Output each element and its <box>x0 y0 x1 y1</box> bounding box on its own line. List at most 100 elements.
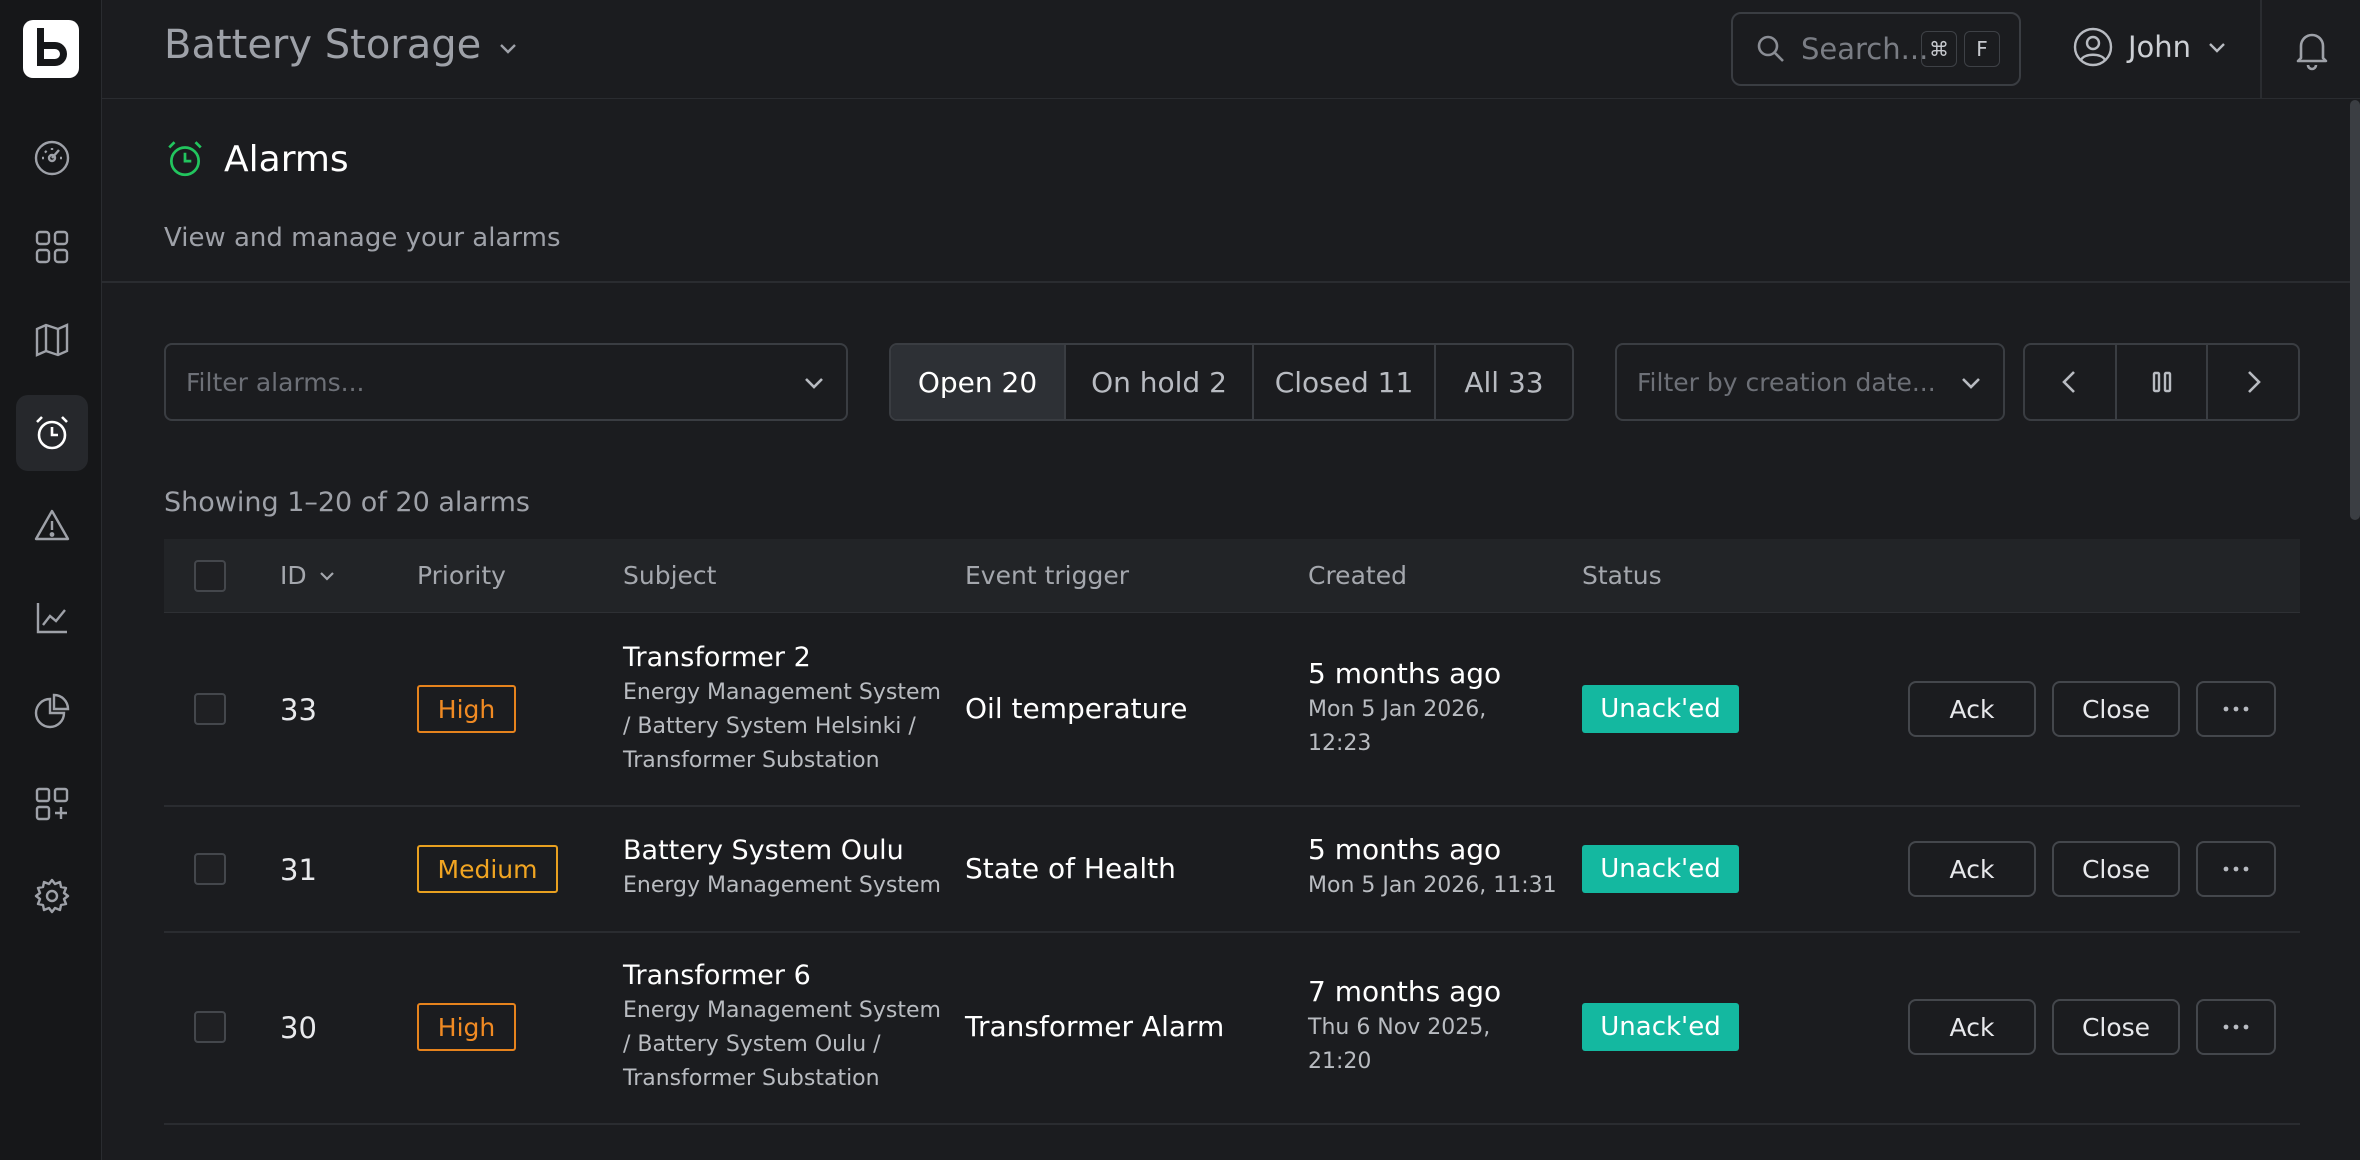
sidebar-item-warnings[interactable] <box>16 488 88 564</box>
subject-title[interactable]: Battery System Oulu <box>623 833 941 869</box>
gear-icon <box>34 878 70 914</box>
search-icon <box>1757 35 1784 62</box>
date-filter-placeholder: Filter by creation date... <box>1637 367 1936 397</box>
sort-down-icon <box>319 571 334 581</box>
sidebar-item-widgets[interactable] <box>16 766 88 842</box>
created-cell: 5 months ago Mon 5 Jan 2026, 11:31 <box>1308 831 1557 903</box>
sidebar-item-map[interactable] <box>16 302 88 378</box>
subject-title[interactable]: Transformer 2 <box>623 640 941 676</box>
page-header: Alarms <box>164 138 349 180</box>
add-widget-icon <box>35 787 69 821</box>
page-scrollbar[interactable] <box>2350 100 2360 520</box>
sidebar-item-dashboard[interactable] <box>16 120 88 196</box>
more-icon <box>2223 866 2249 872</box>
column-id[interactable]: ID <box>280 561 337 590</box>
tab-open[interactable]: Open 20 <box>891 345 1066 419</box>
status-badge: Unack'ed <box>1582 685 1739 733</box>
created-absolute: Mon 5 Jan 2026, <box>1308 697 1487 722</box>
app-switcher[interactable]: Battery Storage <box>164 22 521 68</box>
map-icon <box>35 323 69 357</box>
row-checkbox[interactable] <box>194 853 226 885</box>
alarm-filter-placeholder: Filter alarms... <box>186 367 365 397</box>
column-event-trigger: Event trigger <box>965 561 1129 590</box>
created-absolute: 21:20 <box>1308 1049 1372 1074</box>
status-badge: Unack'ed <box>1582 1003 1739 1051</box>
select-all-checkbox[interactable] <box>194 560 226 592</box>
global-search[interactable]: Search... ⌘ F <box>1731 12 2021 86</box>
user-menu[interactable]: John <box>2072 26 2229 68</box>
status-badge: Unack'ed <box>1582 845 1739 893</box>
sidebar <box>0 0 102 1160</box>
chevron-down-icon <box>1962 378 1980 389</box>
more-actions-button[interactable] <box>2196 841 2276 897</box>
alarm-clock-icon <box>168 141 202 177</box>
sidebar-item-settings[interactable] <box>16 858 88 934</box>
alarm-id: 31 <box>280 853 317 887</box>
tab-all[interactable]: All 33 <box>1436 345 1572 419</box>
tab-on-hold[interactable]: On hold 2 <box>1066 345 1254 419</box>
alarm-id: 33 <box>280 693 317 727</box>
event-trigger: State of Health <box>965 852 1176 885</box>
shortcut-key-cmd: ⌘ <box>1921 31 1957 67</box>
table-row[interactable]: 31 Medium Battery System Oulu Energy Man… <box>164 807 2300 933</box>
ack-button[interactable]: Ack <box>1908 681 2036 737</box>
chevron-down-icon <box>500 44 517 54</box>
subject-cell: Transformer 6 Energy Management System /… <box>623 958 941 1096</box>
row-checkbox[interactable] <box>194 693 226 725</box>
subject-path: Energy Management System <box>623 680 941 705</box>
sidebar-item-apps[interactable] <box>16 209 88 285</box>
subject-path: Transformer Substation <box>623 748 880 773</box>
user-avatar-icon <box>2073 27 2113 67</box>
alarm-filter-select[interactable]: Filter alarms... <box>164 343 848 421</box>
sidebar-item-analytics[interactable] <box>16 580 88 656</box>
more-icon <box>2223 706 2249 712</box>
chevron-down-icon <box>2209 43 2225 53</box>
next-button[interactable] <box>2208 345 2298 419</box>
created-relative: 5 months ago <box>1308 833 1502 866</box>
close-button[interactable]: Close <box>2052 841 2180 897</box>
more-icon <box>2223 1024 2249 1030</box>
grid-icon <box>35 230 69 264</box>
search-placeholder: Search... <box>1801 32 1929 66</box>
topbar: Battery Storage Search... ⌘ F John <box>102 0 2360 99</box>
ack-button[interactable]: Ack <box>1908 999 2036 1055</box>
chart-line-icon <box>36 603 67 634</box>
ack-button[interactable]: Ack <box>1908 841 2036 897</box>
tab-closed[interactable]: Closed 11 <box>1254 345 1436 419</box>
chevron-down-icon <box>805 378 823 389</box>
subject-path: Transformer Substation <box>623 1066 880 1091</box>
status-tabs: Open 20 On hold 2 Closed 11 All 33 <box>889 343 1574 421</box>
table-row[interactable]: 30 High Transformer 6 Energy Management … <box>164 933 2300 1125</box>
close-button[interactable]: Close <box>2052 999 2180 1055</box>
column-created: Created <box>1308 561 1407 590</box>
row-checkbox[interactable] <box>194 1011 226 1043</box>
sidebar-item-alarms[interactable] <box>16 395 88 471</box>
dashboard-gauge-icon <box>34 140 70 176</box>
column-status: Status <box>1582 561 1662 590</box>
created-relative: 7 months ago <box>1308 975 1502 1008</box>
close-button[interactable]: Close <box>2052 681 2180 737</box>
column-priority: Priority <box>417 561 506 590</box>
sidebar-item-reports[interactable] <box>16 673 88 749</box>
priority-badge: Medium <box>417 845 558 893</box>
notification-bell-icon[interactable] <box>2289 26 2335 72</box>
subject-title[interactable]: Transformer 6 <box>623 958 941 994</box>
app-logo[interactable] <box>21 18 81 80</box>
subject-path: / Battery System Oulu / <box>623 1032 881 1057</box>
chevron-left-icon <box>2061 371 2075 393</box>
table-row[interactable]: 33 High Transformer 2 Energy Management … <box>164 613 2300 807</box>
topbar-divider <box>2260 0 2262 99</box>
page-title: Alarms <box>224 138 349 180</box>
more-actions-button[interactable] <box>2196 681 2276 737</box>
results-summary: Showing 1–20 of 20 alarms <box>164 487 530 518</box>
page-subtitle: View and manage your alarms <box>164 223 561 253</box>
pause-button[interactable] <box>2117 345 2209 419</box>
column-subject: Subject <box>623 561 717 590</box>
subject-path: Energy Management System <box>623 873 941 898</box>
date-filter-select[interactable]: Filter by creation date... <box>1615 343 2005 421</box>
more-actions-button[interactable] <box>2196 999 2276 1055</box>
user-name: John <box>2128 30 2192 64</box>
previous-button[interactable] <box>2025 345 2117 419</box>
priority-badge: High <box>417 685 516 733</box>
subject-path: Energy Management System <box>623 998 941 1023</box>
